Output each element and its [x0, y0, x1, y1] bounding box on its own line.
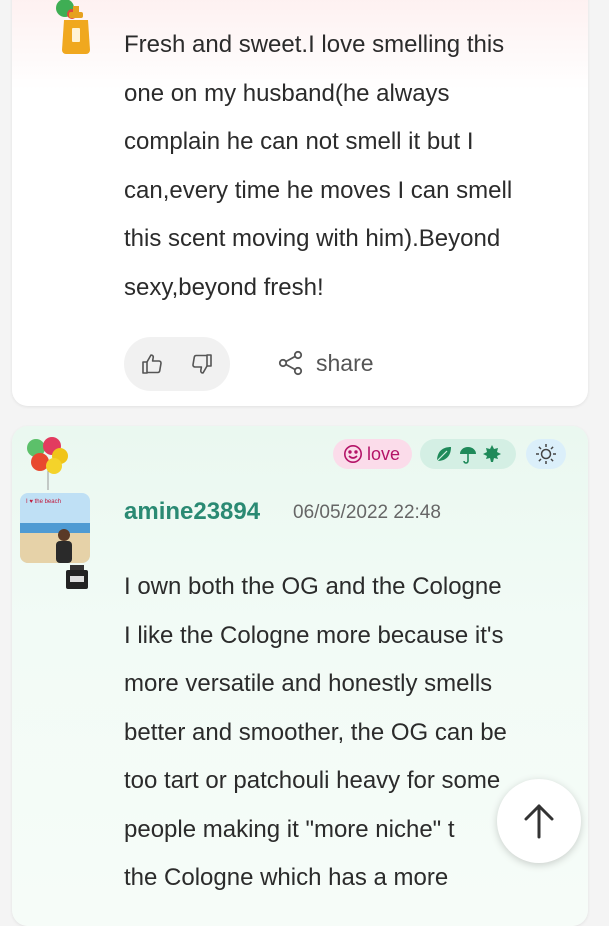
sun-icon	[536, 444, 556, 464]
balloons-icon	[27, 437, 68, 490]
arrow-up-icon	[524, 804, 554, 839]
svg-text:I ♥ the beach: I ♥ the beach	[26, 499, 61, 505]
review-text: Fresh and sweet.I love smelling this one…	[124, 31, 513, 301]
scroll-to-top-button[interactable]	[497, 779, 581, 863]
share-label: share	[316, 349, 374, 376]
vote-group	[124, 337, 230, 391]
smile-icon	[343, 445, 362, 463]
avatar[interactable]: I ♥ the beach	[20, 493, 90, 563]
author-name[interactable]: amine23894	[124, 498, 260, 526]
maple-leaf-icon	[483, 445, 501, 462]
thumbs-down-icon[interactable]	[190, 352, 214, 376]
tags: love	[332, 439, 566, 469]
umbrella-icon	[460, 447, 476, 464]
share-button[interactable]: share	[278, 348, 374, 378]
review-card: I ♥ the beach love amine23894 06/05/2022…	[12, 426, 588, 926]
perfume-bottle-icon	[66, 565, 88, 589]
review-text: I own both the OG and the Cologne I like…	[124, 573, 507, 891]
leaf-icon	[436, 447, 451, 462]
love-tag: love	[332, 439, 412, 469]
thumbs-up-icon[interactable]	[140, 352, 164, 376]
perfume-bottle-icon	[56, 0, 90, 54]
love-tag-label: love	[366, 443, 400, 464]
review-card: Fresh and sweet.I love smelling this one…	[12, 0, 588, 406]
share-icon	[278, 350, 303, 376]
review-timestamp: 06/05/2022 22:48	[293, 502, 441, 523]
sun-tag	[526, 439, 566, 469]
season-tags	[420, 439, 516, 469]
